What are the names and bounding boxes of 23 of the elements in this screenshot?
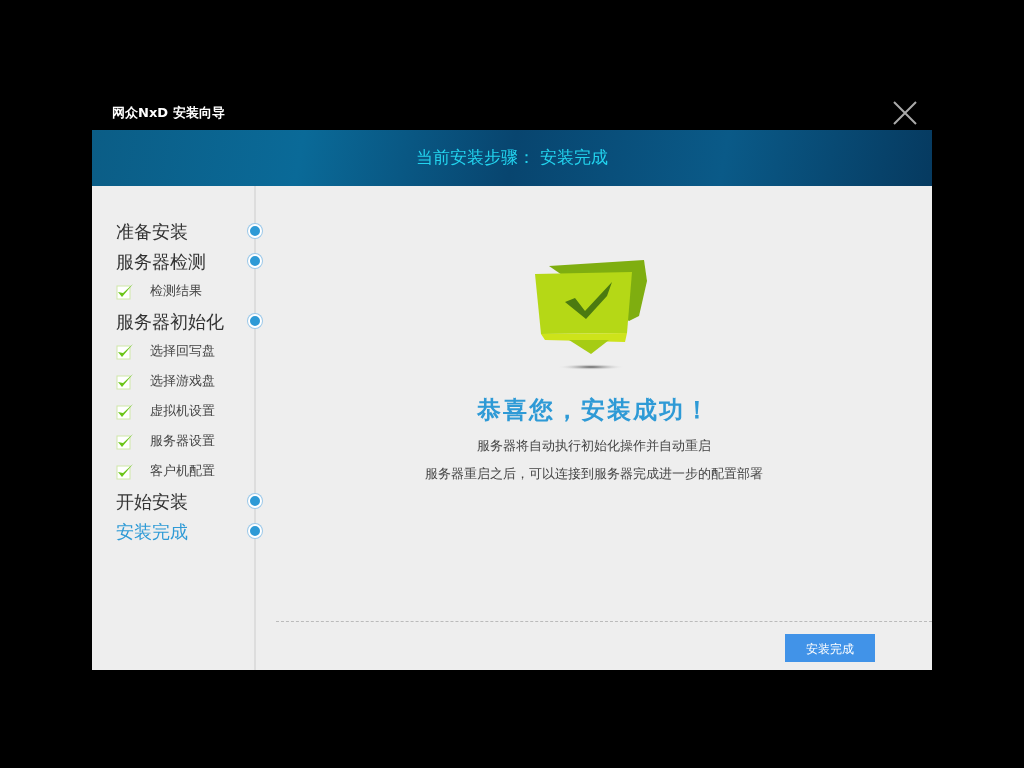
step-label: 准备安装 — [115, 219, 188, 244]
finish-button[interactable]: 安装完成 — [785, 634, 875, 662]
step-dot-icon — [248, 494, 262, 508]
success-headline: 恭喜您，安装成功！ — [477, 395, 711, 426]
step-label: 安装完成 — [115, 519, 188, 544]
window-title: 网众NxD 安装向导 — [112, 103, 225, 122]
step-dot-icon — [248, 224, 262, 238]
info-text: 服务器将自动执行初始化操作并自动重启 — [477, 437, 711, 455]
substep-label: 选择游戏盘 — [149, 372, 215, 391]
substep-label: 选择回写盘 — [149, 342, 215, 361]
substep-label: 检测结果 — [149, 282, 202, 301]
step-label: 服务器检测 — [115, 249, 206, 274]
current-step-label: 当前安装步骤： 安装完成 — [415, 146, 609, 170]
step-dot-icon — [248, 524, 262, 538]
close-icon[interactable] — [893, 101, 917, 125]
step-dot-icon — [248, 314, 262, 328]
substep-label: 服务器设置 — [149, 432, 215, 451]
step-label: 开始安装 — [115, 489, 188, 514]
step-dot-icon — [248, 254, 262, 268]
substep-label: 客户机配置 — [149, 462, 215, 481]
step-label: 服务器初始化 — [115, 309, 224, 334]
info-text: 服务器重启之后，可以连接到服务器完成进一步的配置部署 — [425, 464, 763, 483]
substep-label: 虚拟机设置 — [149, 402, 215, 421]
